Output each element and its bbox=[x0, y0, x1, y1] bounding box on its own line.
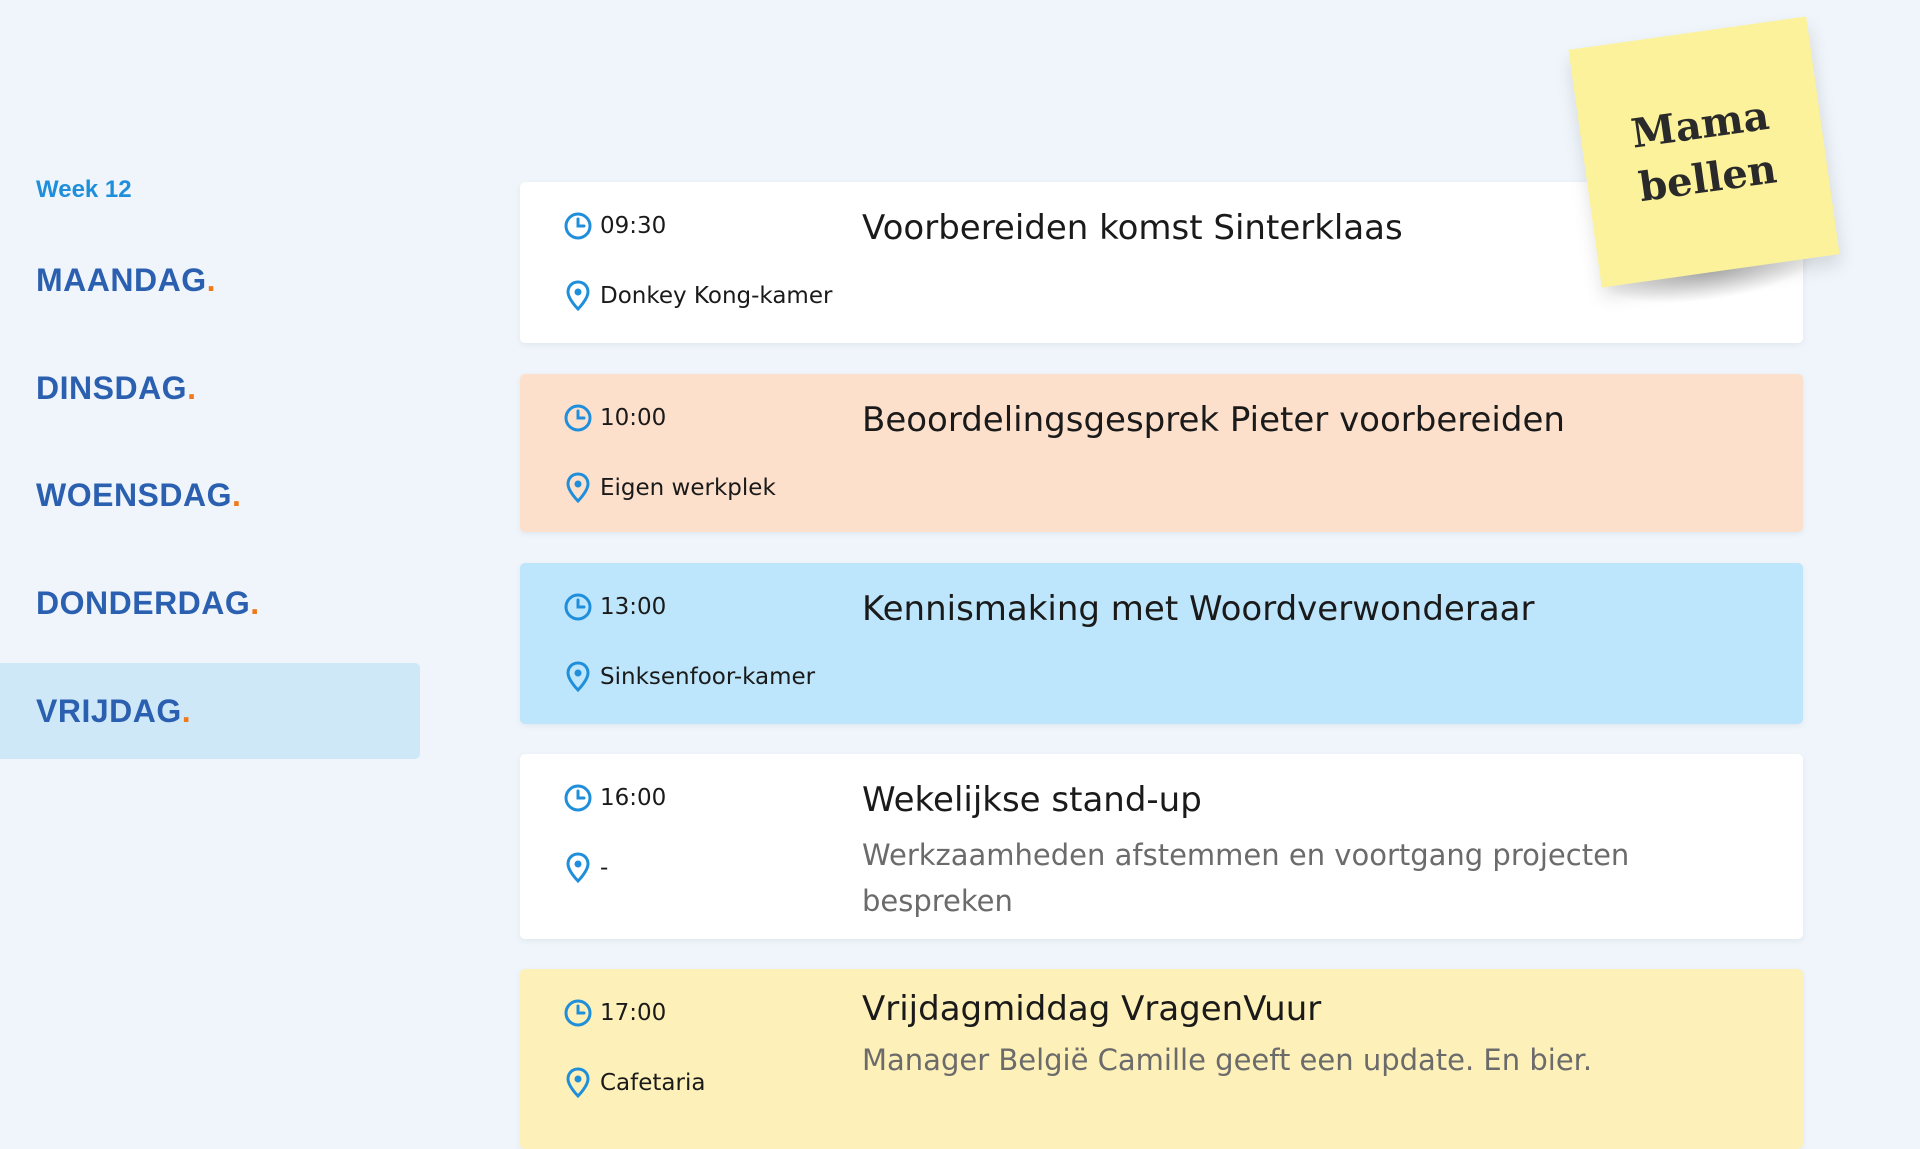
time-text: 13:00 bbox=[600, 594, 667, 620]
clock-icon bbox=[562, 997, 594, 1029]
agenda-item[interactable]: 13:00 Sinksenfoor-kamer Kennismaking met… bbox=[520, 563, 1803, 724]
event-title: Wekelijkse stand-up bbox=[862, 780, 1202, 820]
week-label: Week 12 bbox=[36, 176, 132, 203]
day-dot: . bbox=[187, 369, 197, 406]
clock-icon bbox=[562, 210, 594, 242]
day-label: DINSDAG bbox=[36, 369, 188, 406]
location-pin-icon bbox=[562, 661, 594, 693]
time-text: 09:30 bbox=[600, 213, 667, 239]
clock-icon bbox=[562, 402, 594, 434]
event-location: Sinksenfoor-kamer bbox=[562, 661, 815, 693]
event-location: Eigen werkplek bbox=[562, 472, 776, 504]
event-location: - bbox=[562, 852, 608, 884]
day-dot: . bbox=[181, 692, 192, 729]
day-label: DONDERDAG bbox=[36, 584, 251, 621]
event-title: Kennismaking met Woordverwonderaar bbox=[862, 589, 1535, 629]
clock-icon bbox=[562, 782, 594, 814]
sticky-note[interactable]: Mama bellen bbox=[1568, 16, 1840, 288]
agenda-item[interactable]: 17:00 Cafetaria Vrijdagmiddag VragenVuur… bbox=[520, 969, 1803, 1149]
agenda-item[interactable]: 10:00 Eigen werkplek Beoordelingsgesprek… bbox=[520, 374, 1803, 532]
location-pin-icon bbox=[562, 280, 594, 312]
location-text: Sinksenfoor-kamer bbox=[600, 664, 816, 690]
event-title: Voorbereiden komst Sinterklaas bbox=[862, 208, 1403, 248]
event-location: Cafetaria bbox=[562, 1067, 705, 1099]
event-time: 09:30 bbox=[562, 210, 666, 242]
time-text: 16:00 bbox=[600, 785, 667, 811]
location-text: Eigen werkplek bbox=[600, 475, 776, 501]
event-time: 17:00 bbox=[562, 997, 666, 1029]
event-time: 16:00 bbox=[562, 782, 666, 814]
location-pin-icon bbox=[562, 472, 594, 504]
day-dot: . bbox=[250, 584, 260, 621]
event-title: Beoordelingsgesprek Pieter voorbereiden bbox=[862, 400, 1565, 440]
event-time: 13:00 bbox=[562, 591, 666, 623]
day-dot: . bbox=[232, 476, 242, 513]
location-text: Cafetaria bbox=[600, 1070, 706, 1096]
day-item-woensdag[interactable]: WOENSDAG. bbox=[0, 447, 420, 543]
location-text: Donkey Kong-kamer bbox=[600, 283, 833, 309]
day-item-vrijdag[interactable]: VRIJDAG. bbox=[0, 663, 420, 759]
agenda-item[interactable]: 16:00 - Wekelijkse stand-up Werkzaamhede… bbox=[520, 754, 1803, 939]
day-label: VRIJDAG bbox=[36, 692, 182, 729]
event-description: Werkzaamheden afstemmen en voortgang pro… bbox=[862, 838, 1630, 918]
event-location: Donkey Kong-kamer bbox=[562, 280, 832, 312]
sticky-note-text: Mama bellen bbox=[1628, 89, 1780, 215]
day-label: MAANDAG bbox=[36, 261, 207, 298]
day-item-maandag[interactable]: MAANDAG. bbox=[0, 232, 420, 328]
day-item-donderdag[interactable]: DONDERDAG. bbox=[0, 555, 420, 651]
event-title: Vrijdagmiddag VragenVuur bbox=[862, 989, 1322, 1029]
time-text: 17:00 bbox=[600, 1000, 667, 1026]
time-text: 10:00 bbox=[600, 405, 667, 431]
event-time: 10:00 bbox=[562, 402, 666, 434]
day-item-dinsdag[interactable]: DINSDAG. bbox=[0, 340, 420, 436]
day-label: WOENSDAG bbox=[36, 476, 232, 513]
day-dot: . bbox=[206, 261, 216, 298]
event-description: Manager België Camille geeft een update.… bbox=[862, 1043, 1593, 1077]
location-pin-icon bbox=[562, 1067, 594, 1099]
location-text: - bbox=[600, 855, 609, 881]
clock-icon bbox=[562, 591, 594, 623]
location-pin-icon bbox=[562, 852, 594, 884]
